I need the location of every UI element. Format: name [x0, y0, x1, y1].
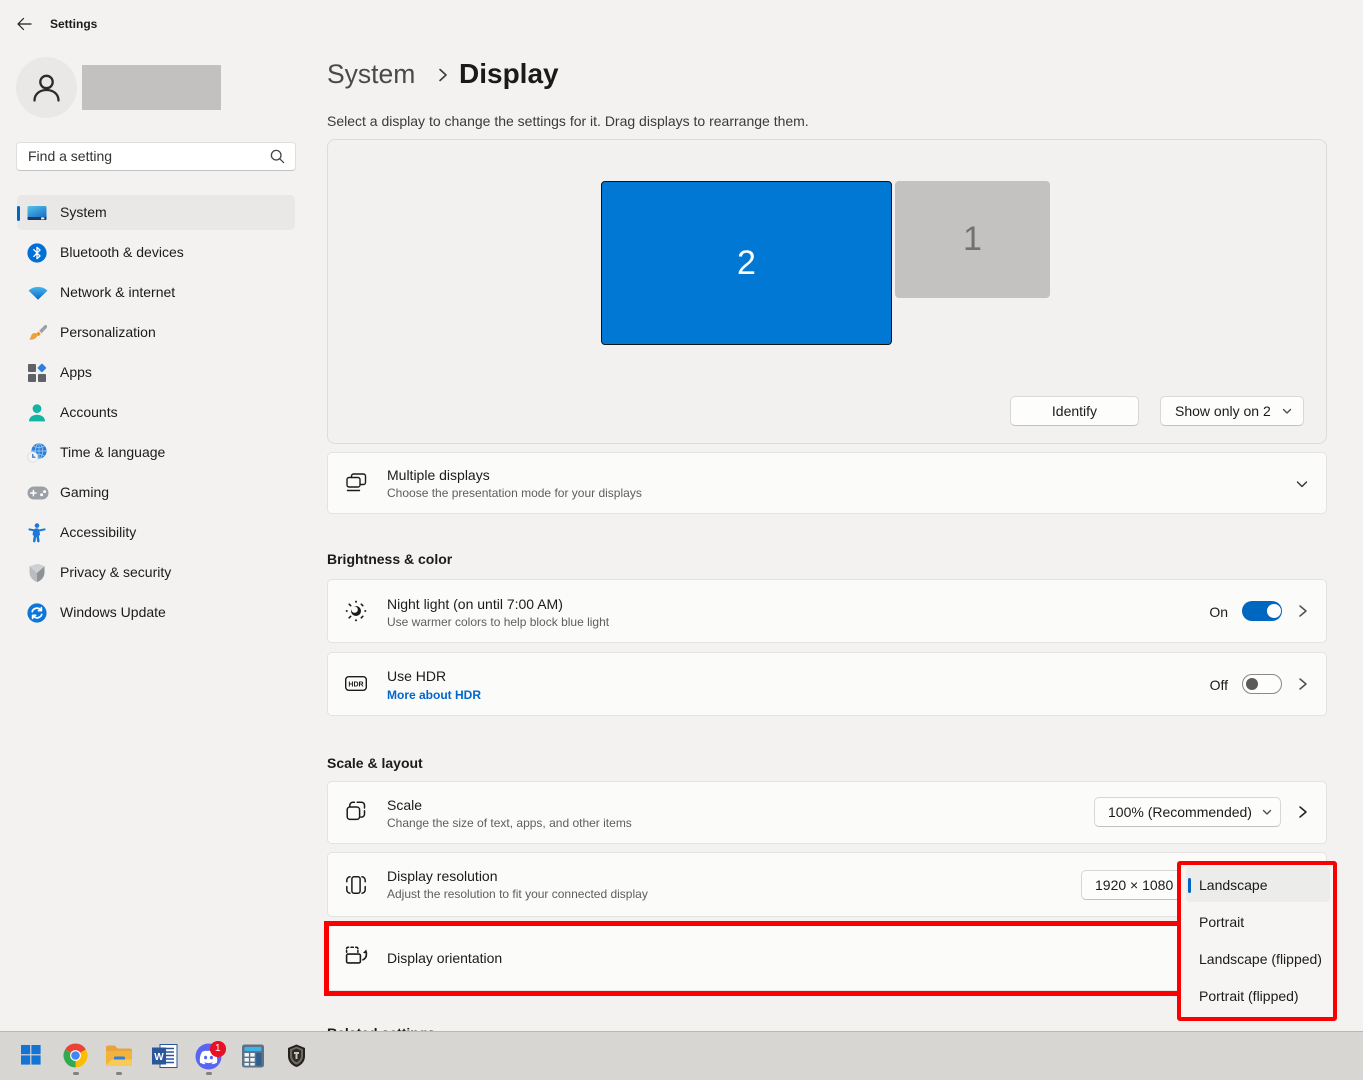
svg-text:W: W: [154, 1052, 164, 1063]
svg-text:HDR: HDR: [348, 682, 363, 689]
